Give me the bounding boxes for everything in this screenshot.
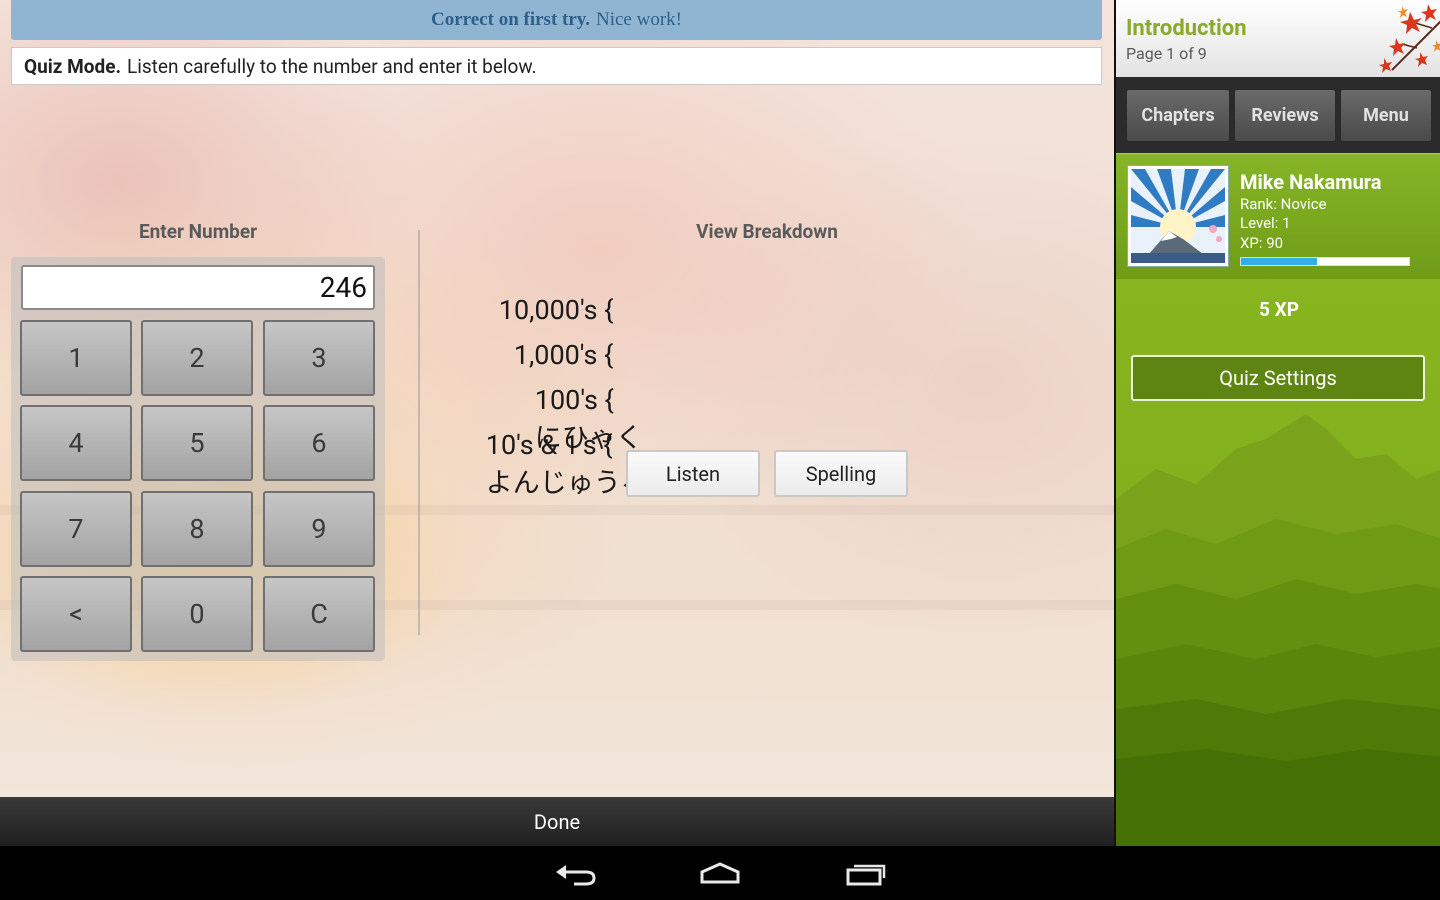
key-0[interactable]: 0 — [141, 576, 253, 652]
key-8[interactable]: 8 — [141, 491, 253, 567]
key-6[interactable]: 6 — [263, 405, 375, 481]
enter-number-title: Enter Number — [138, 220, 258, 243]
instructions-bar: Quiz Mode. Listen carefully to the numbe… — [11, 47, 1102, 85]
key-2[interactable]: 2 — [141, 320, 253, 396]
spelling-button[interactable]: Spelling — [774, 450, 908, 497]
number-entry-field[interactable]: 246 — [21, 265, 375, 310]
instructions-text: Listen carefully to the number and enter… — [127, 54, 537, 78]
home-icon[interactable] — [698, 860, 742, 886]
key-1[interactable]: 1 — [20, 320, 132, 396]
back-arrow-icon[interactable] — [554, 860, 598, 886]
reviews-button[interactable]: Reviews — [1234, 89, 1336, 142]
profile-xp: XP: 90 — [1240, 234, 1284, 252]
xp-reward-label: 5 XP — [1259, 298, 1299, 321]
recent-apps-icon[interactable] — [844, 860, 888, 886]
user-profile-card: Mike Nakamura Rank: Novice Level: 1 XP: … — [1116, 153, 1440, 279]
view-breakdown-title: View Breakdown — [696, 220, 838, 243]
chapters-button[interactable]: Chapters — [1126, 89, 1230, 142]
xp-progress-fill — [1241, 258, 1317, 265]
menu-button[interactable]: Menu — [1340, 89, 1432, 142]
xp-progress-bar — [1240, 257, 1410, 266]
page-indicator: Page 1 of 9 — [1126, 44, 1207, 63]
key-5[interactable]: 5 — [141, 405, 253, 481]
clear-key[interactable]: C — [263, 576, 375, 652]
mountain-landscape-decoration — [1116, 414, 1440, 846]
quiz-settings-button[interactable]: Quiz Settings — [1131, 355, 1425, 401]
sidebar-nav: Chapters Reviews Menu — [1116, 77, 1440, 153]
quiz-main-area: Correct on first try. Nice work! Quiz Mo… — [0, 0, 1114, 846]
avatar[interactable] — [1127, 165, 1229, 267]
maple-leaves-decoration — [1379, 4, 1440, 73]
profile-level: Level: 1 — [1240, 214, 1291, 232]
instructions-bold: Quiz Mode. — [24, 54, 121, 78]
sidebar-body: 5 XP Quiz Settings — [1116, 279, 1440, 846]
feedback-text: Nice work! — [595, 9, 682, 30]
key-9[interactable]: 9 — [263, 491, 375, 567]
listen-button[interactable]: Listen — [626, 450, 760, 497]
section-divider — [418, 230, 420, 635]
key-3[interactable]: 3 — [263, 320, 375, 396]
profile-rank: Rank: Novice — [1240, 195, 1327, 213]
done-button[interactable]: Done — [0, 797, 1114, 846]
backspace-key[interactable]: < — [20, 576, 132, 652]
sidebar: Introduction Page 1 of 9 Chapters Review… — [1114, 0, 1440, 846]
breakdown-label: 10's & 1's { — [485, 429, 613, 461]
system-navigation-bar — [0, 846, 1440, 900]
key-4[interactable]: 4 — [20, 405, 132, 481]
feedback-banner: Correct on first try. Nice work! — [11, 0, 1102, 40]
key-7[interactable]: 7 — [20, 491, 132, 567]
profile-name: Mike Nakamura — [1240, 170, 1382, 194]
feedback-bold: Correct on first try. — [431, 9, 590, 30]
rising-sun-mountain-icon — [1131, 169, 1225, 263]
keypad-panel: 246 1 2 3 4 5 6 7 8 9 < 0 C — [11, 257, 385, 661]
chapter-header: Introduction Page 1 of 9 — [1116, 0, 1440, 77]
chapter-title: Introduction — [1126, 16, 1247, 41]
